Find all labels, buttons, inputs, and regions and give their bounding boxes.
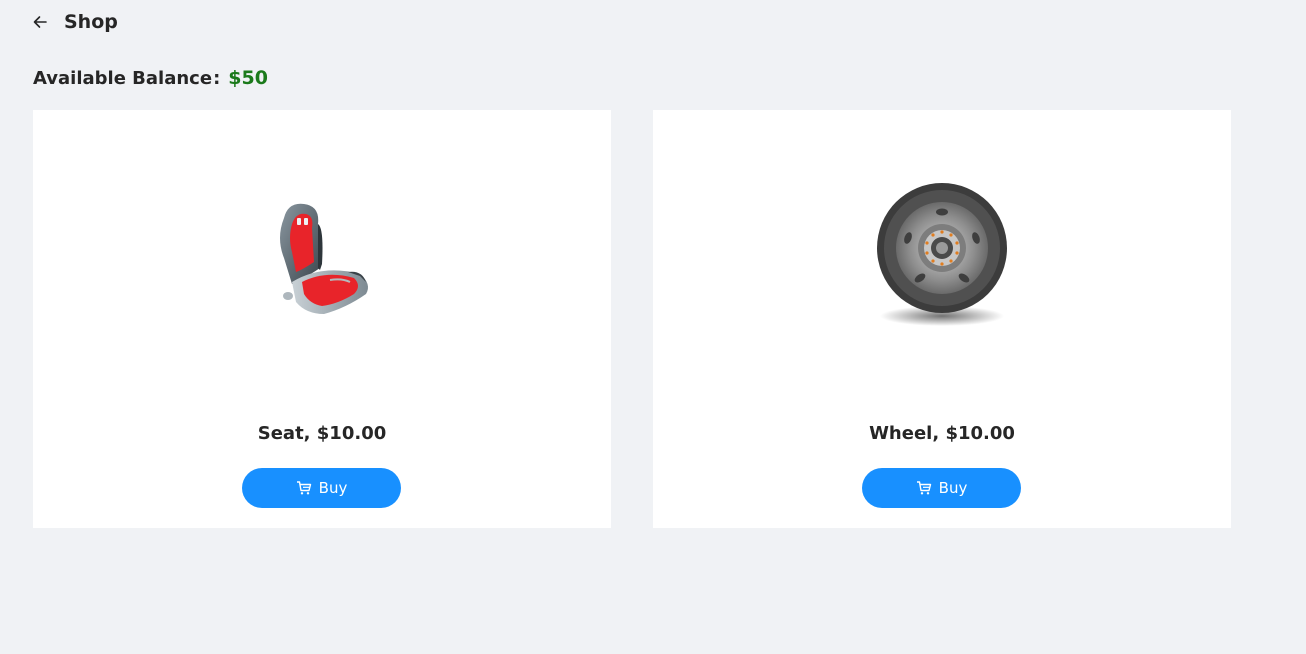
buy-label: Buy [318,479,348,497]
buy-button[interactable]: Buy [862,468,1021,508]
product-name: Wheel, $10.00 [869,423,1015,444]
shopping-cart-icon [916,480,932,496]
racing-seat-image [280,203,368,314]
product-card-wheel: Wheel, $10.00 Buy [653,110,1231,528]
buy-label: Buy [938,479,968,497]
balance-label: Available Balance [33,67,213,89]
buy-button[interactable]: Buy [242,468,401,508]
shopping-cart-icon [296,480,312,496]
balance-value: $50 [228,67,268,89]
product-name: Seat, $10.00 [257,423,387,444]
product-card-seat: Seat, $10.00 Buy [33,110,611,528]
page-header: Shop [30,8,118,36]
wheel-image [877,183,1007,326]
available-balance: Available Balance : $50 [33,64,268,92]
page-title: Shop [64,11,118,33]
balance-colon: : [213,67,221,89]
arrow-left-icon[interactable] [30,12,50,32]
shop-page: Shop Available Balance : $50 Seat, $10.0… [0,0,1306,654]
